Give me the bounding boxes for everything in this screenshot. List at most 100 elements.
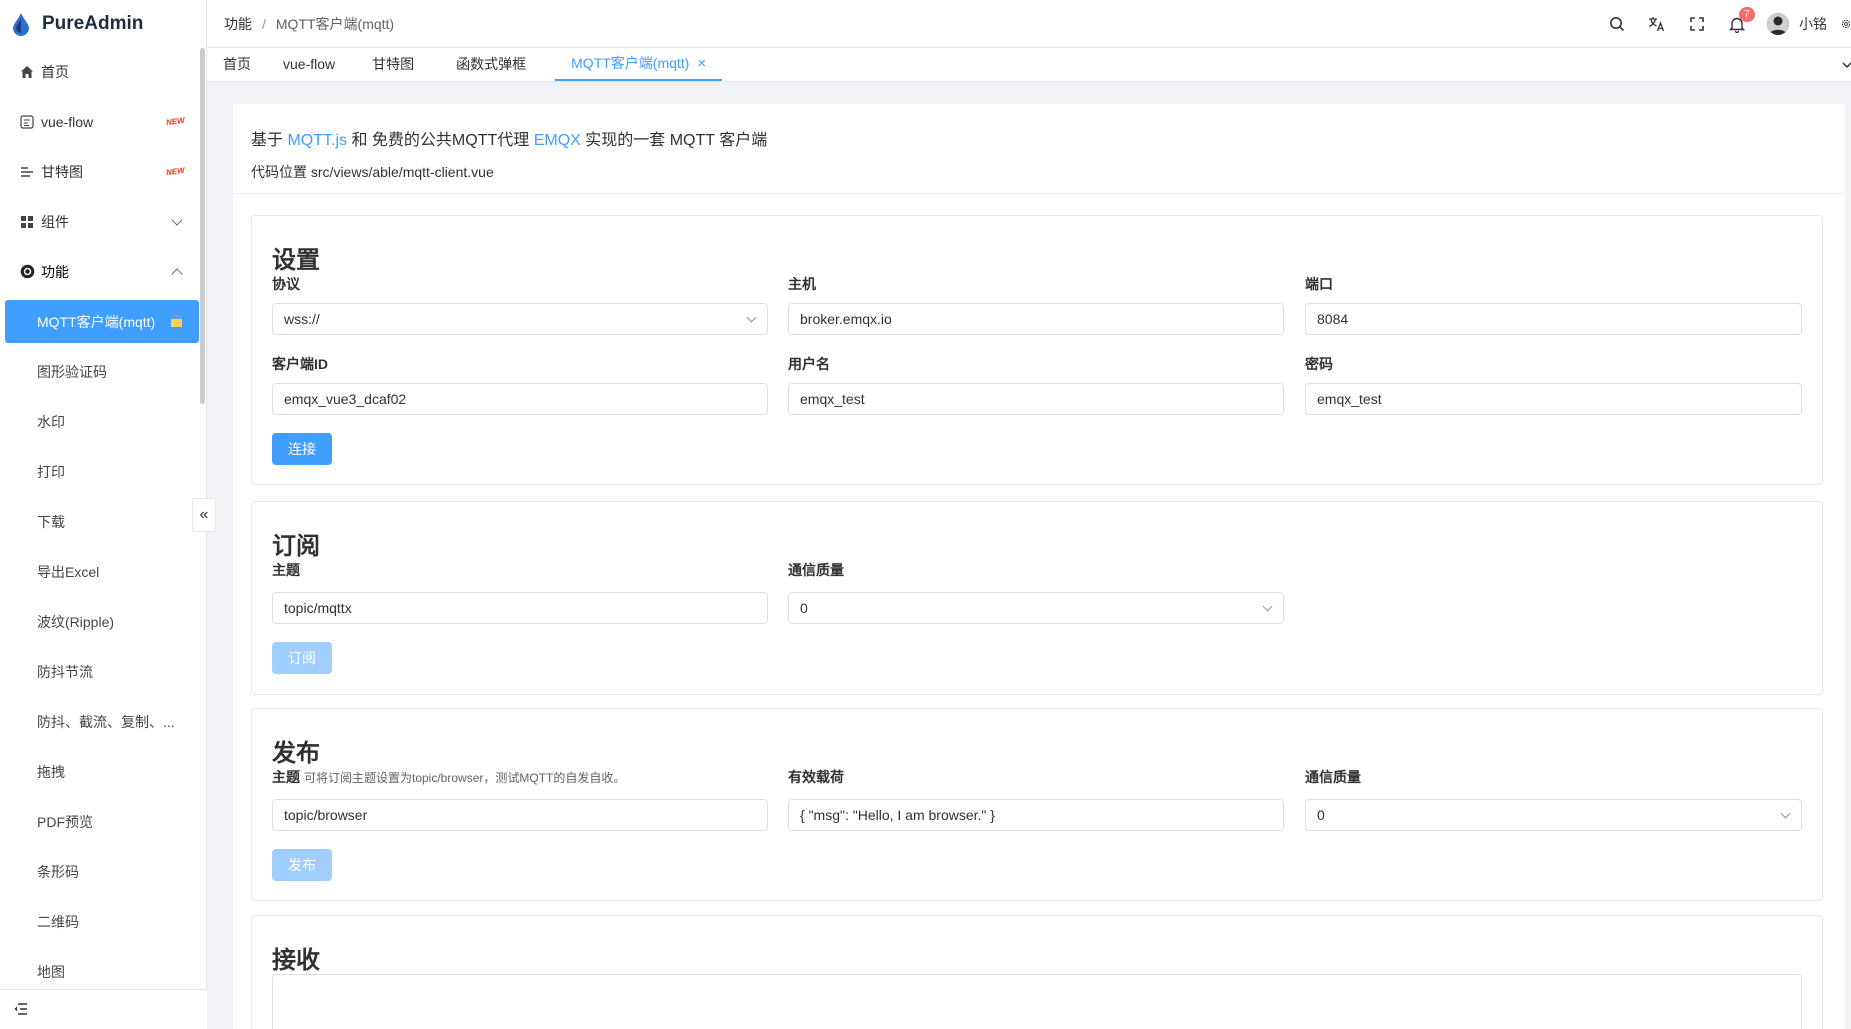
sidebar-subitem-directives[interactable]: 防抖、截流、复制、...: [5, 700, 199, 743]
sub-qos-select[interactable]: 0: [788, 592, 1284, 624]
sidebar-item-label: 首页: [41, 63, 69, 80]
sidebar-item-label: 防抖节流: [37, 663, 93, 680]
mqttjs-link[interactable]: MQTT.js: [287, 132, 347, 149]
breadcrumb-separator: /: [262, 15, 266, 32]
gantt-icon: [19, 164, 35, 180]
payload-input[interactable]: { "msg": "Hello, I am browser." }: [788, 799, 1284, 831]
collapse-sidebar-button[interactable]: «: [192, 498, 216, 532]
breadcrumb-parent[interactable]: 功能: [224, 14, 252, 34]
sidebar-subitem-mqtt[interactable]: MQTT客户端(mqtt): [5, 300, 199, 343]
sub-topic-value: topic/mqttx: [284, 600, 352, 616]
sidebar-item-label: vue-flow: [41, 113, 94, 130]
sidebar-item-home[interactable]: 首页: [5, 50, 199, 93]
flow-icon: [19, 114, 35, 130]
sidebar-item-label: 二维码: [37, 913, 79, 930]
sidebar-footer: [0, 989, 207, 1029]
sidebar-item-label: 下载: [37, 513, 65, 530]
sub-topic-input[interactable]: topic/mqttx: [272, 592, 768, 624]
settings-card: 设置 协议 wss:// 主机 broker.emqx.io 端口 8084 客…: [251, 215, 1823, 485]
tab-home[interactable]: 首页: [207, 47, 267, 81]
user-name: 小铭: [1799, 16, 1827, 32]
clientid-input[interactable]: emqx_vue3_dcaf02: [272, 383, 768, 415]
host-input[interactable]: broker.emqx.io: [788, 303, 1284, 335]
pub-topic-input[interactable]: topic/browser: [272, 799, 768, 831]
sidebar-subitem-watermark[interactable]: 水印: [5, 400, 199, 443]
tab-gantt[interactable]: 甘特图: [351, 47, 435, 81]
emqx-link[interactable]: EMQX: [534, 132, 581, 149]
protocol-value: wss://: [284, 311, 320, 327]
intro-middle: 和 免费的公共MQTT代理: [351, 132, 530, 149]
sidebar-scrollbar[interactable]: [200, 48, 205, 404]
receive-textarea[interactable]: [272, 974, 1802, 1029]
chevron-down-icon: [1842, 62, 1851, 69]
password-label: 密码: [1305, 356, 1333, 372]
sidebar-subitem-barcode[interactable]: 条形码: [5, 850, 199, 893]
chevron-down-icon: [171, 213, 183, 226]
tab-more-button[interactable]: [1831, 56, 1851, 76]
username-input[interactable]: emqx_test: [788, 383, 1284, 415]
sidebar-subitem-print[interactable]: 打印: [5, 450, 199, 493]
pub-topic-hint: 可将订阅主题设置为topic/browser，测试MQTT的自发自收。: [304, 771, 626, 785]
sidebar-item-components[interactable]: 组件: [5, 200, 199, 243]
close-icon[interactable]: ×: [697, 55, 706, 72]
gear-icon: [1841, 19, 1851, 29]
breadcrumb-current: MQTT客户端(mqtt): [275, 15, 395, 32]
user-menu[interactable]: 小铭: [1767, 13, 1827, 35]
tab-label: MQTT客户端(mqtt): [571, 55, 690, 71]
sidebar-item-label: 功能: [41, 263, 69, 280]
fullscreen-icon: [1690, 17, 1704, 31]
sidebar-item-label: 打印: [37, 463, 65, 480]
sidebar-subitem-qrcode[interactable]: 二维码: [5, 900, 199, 943]
protocol-label: 协议: [272, 276, 300, 292]
translate-button[interactable]: [1637, 0, 1677, 48]
sidebar-subitem-pdf[interactable]: PDF预览: [5, 800, 199, 843]
username-label: 用户名: [788, 356, 830, 372]
password-input[interactable]: emqx_test: [1305, 383, 1802, 415]
sidebar-item-features[interactable]: 功能: [5, 250, 199, 293]
intro-prefix: 基于: [251, 132, 284, 149]
sidebar-subitem-captcha[interactable]: 图形验证码: [5, 350, 199, 393]
sidebar-item-vue-flow[interactable]: vue-flow NEW: [5, 100, 199, 143]
sidebar-subitem-export-excel[interactable]: 导出Excel: [5, 550, 199, 593]
tab-function-dialog[interactable]: 函数式弹框: [435, 47, 547, 81]
tab-vue-flow[interactable]: vue-flow: [267, 47, 351, 81]
password-value: emqx_test: [1317, 391, 1382, 407]
sidebar-subitem-drag[interactable]: 拖拽: [5, 750, 199, 793]
indent-icon[interactable]: [14, 1002, 28, 1018]
sidebar-item-label: MQTT客户端(mqtt): [37, 313, 156, 330]
protocol-select[interactable]: wss://: [272, 303, 768, 335]
connect-button[interactable]: 连接: [272, 433, 332, 465]
subscribe-button[interactable]: 订阅: [272, 642, 332, 674]
notification-button[interactable]: 7: [1717, 0, 1757, 48]
tab-mqtt[interactable]: MQTT客户端(mqtt) ×: [555, 47, 723, 81]
sidebar-subitem-download[interactable]: 下载: [5, 500, 199, 543]
sidebar-subitem-debounce[interactable]: 防抖节流: [5, 650, 199, 693]
sidebar-subitem-map[interactable]: 地图: [5, 950, 199, 993]
sidebar-subitem-ripple[interactable]: 波纹(Ripple): [5, 600, 199, 643]
logo[interactable]: PureAdmin: [0, 0, 206, 48]
sidebar-item-label: 图形验证码: [37, 363, 107, 380]
pub-topic-label: 主题 可将订阅主题设置为topic/browser，测试MQTT的自发自收。: [272, 769, 626, 785]
logo-drop-icon: [13, 13, 29, 36]
sidebar-item-label: 地图: [37, 963, 65, 980]
sidebar-item-label: 甘特图: [41, 163, 83, 180]
sidebar: PureAdmin 首页 vue-flow NEW 甘特图 NEW 组件 功能 …: [0, 0, 207, 1029]
pub-qos-select[interactable]: 0: [1305, 799, 1802, 831]
sidebar-item-label: 水印: [37, 413, 65, 430]
settings-button[interactable]: [1841, 0, 1851, 48]
notification-count-badge: 7: [1739, 7, 1755, 22]
chevron-up-icon: [171, 267, 183, 280]
tab-label: 函数式弹框: [456, 56, 527, 72]
sidebar-item-label: 拖拽: [37, 763, 65, 780]
sidebar-item-label: PDF预览: [37, 813, 93, 830]
fullscreen-button[interactable]: [1677, 0, 1717, 48]
new-badge: NEW: [165, 165, 186, 178]
sidebar-item-gantt[interactable]: 甘特图 NEW: [5, 150, 199, 193]
receive-title: 接收: [272, 947, 320, 974]
publish-button[interactable]: 发布: [272, 849, 332, 881]
port-input[interactable]: 8084: [1305, 303, 1802, 335]
sidebar-item-label: 组件: [41, 213, 69, 230]
search-button[interactable]: [1597, 0, 1637, 48]
port-label: 端口: [1305, 276, 1333, 292]
subscribe-title: 订阅: [272, 533, 320, 560]
